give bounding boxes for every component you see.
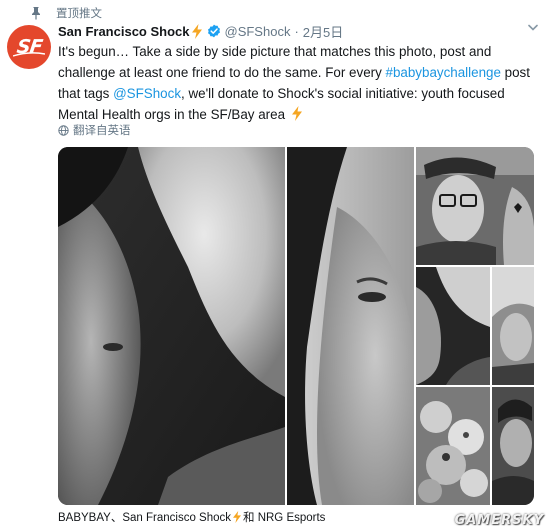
- lightning-bolt-icon: [233, 511, 241, 523]
- tweet-line-3: that tags @SFShock, we'll donate to Shoc…: [58, 83, 505, 104]
- tweet-text-segment: , we'll donate to Shock's social initiat…: [181, 86, 505, 101]
- tweet-date[interactable]: 2月5日: [303, 22, 343, 41]
- account-name[interactable]: San Francisco Shock: [58, 24, 190, 39]
- tagged-accounts-part-1: BABYBAY、San Francisco Shock: [58, 512, 231, 524]
- tweet-header: San Francisco Shock @SFShock · 2月5日: [58, 22, 343, 40]
- tweet-line-1: It's begun… Take a side by side picture …: [58, 44, 492, 59]
- tweet-line-2: challenge at least one friend to do the …: [58, 62, 530, 83]
- photo-man-portrait[interactable]: [492, 387, 534, 505]
- pinned-label: 置顶推文: [56, 8, 102, 20]
- photo-man-arm-small[interactable]: [416, 267, 490, 385]
- pin-icon: [32, 7, 40, 20]
- translate-tweet-link[interactable]: 翻译自英语: [58, 123, 131, 137]
- verified-badge-icon: [207, 24, 220, 38]
- photo-glasses-selfie[interactable]: [416, 147, 534, 265]
- account-handle[interactable]: @SFShock: [225, 24, 291, 39]
- tagged-accounts[interactable]: BABYBAY、San Francisco Shock 和 NRG Esport…: [58, 510, 325, 524]
- tagged-accounts-part-2: 和 NRG Esports: [243, 512, 326, 524]
- photo-woman[interactable]: [287, 147, 414, 505]
- photo-blonde-woman[interactable]: [492, 267, 534, 385]
- translate-label: 翻译自英语: [73, 125, 131, 137]
- globe-icon: [58, 124, 69, 136]
- tweet-photo-collage[interactable]: [58, 147, 534, 505]
- tweet-text-segment: post: [500, 65, 530, 80]
- header-separator: ·: [294, 23, 299, 39]
- photo-flowers[interactable]: [416, 387, 490, 505]
- hashtag-link[interactable]: #babybaychallenge: [386, 65, 501, 80]
- pinned-tweet-indicator: 置顶推文: [32, 5, 102, 21]
- tweet-text: It's begun… Take a side by side picture …: [58, 41, 530, 125]
- avatar[interactable]: SF: [7, 25, 51, 69]
- lightning-bolt-icon: [291, 106, 302, 121]
- lightning-bolt-icon: [191, 23, 202, 39]
- site-watermark: GAMERSKY: [454, 513, 544, 528]
- chevron-down-icon[interactable]: [528, 24, 538, 31]
- avatar-swish-icon: [13, 52, 45, 57]
- tweet-text-segment: Mental Health orgs in the SF/Bay area: [58, 107, 289, 122]
- photo-man-arm[interactable]: [58, 147, 285, 505]
- mention-link[interactable]: @SFShock: [113, 86, 181, 101]
- tweet-text-segment: that tags: [58, 86, 114, 101]
- tweet-text-segment: challenge at least one friend to do the …: [58, 65, 386, 80]
